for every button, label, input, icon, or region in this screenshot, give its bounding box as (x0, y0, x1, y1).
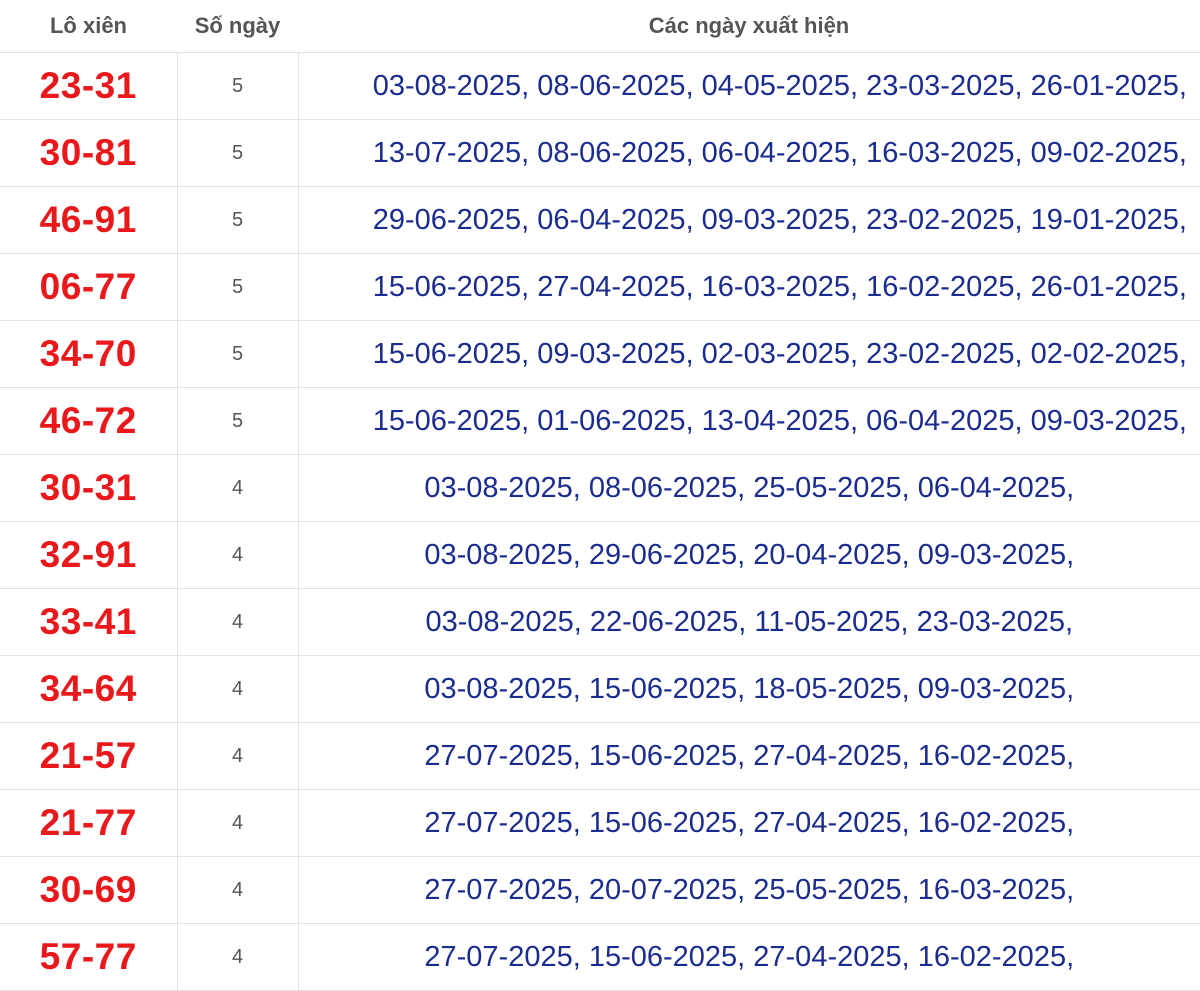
dates-cell: 13-07-2025, 08-06-2025, 06-04-2025, 16-0… (297, 119, 1200, 187)
pair-cell: 46-72 (0, 387, 177, 455)
count-cell: 4 (176, 521, 298, 589)
pair-cell: 23-31 (0, 52, 177, 120)
table-header: Lô xiên Số ngày Các ngày xuất hiện (0, 0, 1200, 53)
pair-cell: 34-64 (0, 655, 177, 723)
table-body: 23-31 5 03-08-2025, 08-06-2025, 04-05-20… (0, 52, 1200, 991)
table-row: 33-41 4 03-08-2025, 22-06-2025, 11-05-20… (0, 588, 1200, 656)
table-row: 34-70 5 15-06-2025, 09-03-2025, 02-03-20… (0, 320, 1200, 388)
table-row: 46-91 5 29-06-2025, 06-04-2025, 09-03-20… (0, 186, 1200, 254)
count-cell: 4 (176, 923, 298, 991)
count-cell: 5 (176, 387, 298, 455)
table-row: 30-81 5 13-07-2025, 08-06-2025, 06-04-20… (0, 119, 1200, 187)
dates-cell: 29-06-2025, 06-04-2025, 09-03-2025, 23-0… (297, 186, 1200, 254)
pair-cell: 30-81 (0, 119, 177, 187)
pair-cell: 30-31 (0, 454, 177, 522)
count-cell: 4 (176, 789, 298, 857)
header-pair: Lô xiên (0, 0, 177, 53)
dates-cell: 27-07-2025, 15-06-2025, 27-04-2025, 16-0… (297, 722, 1200, 790)
count-cell: 4 (176, 722, 298, 790)
dates-cell: 03-08-2025, 15-06-2025, 18-05-2025, 09-0… (297, 655, 1200, 723)
dates-cell: 03-08-2025, 08-06-2025, 25-05-2025, 06-0… (297, 454, 1200, 522)
table-row: 30-69 4 27-07-2025, 20-07-2025, 25-05-20… (0, 856, 1200, 924)
count-cell: 4 (176, 655, 298, 723)
dates-cell: 15-06-2025, 01-06-2025, 13-04-2025, 06-0… (297, 387, 1200, 455)
pair-cell: 21-57 (0, 722, 177, 790)
pair-cell: 46-91 (0, 186, 177, 254)
count-cell: 5 (176, 186, 298, 254)
count-cell: 4 (176, 588, 298, 656)
dates-cell: 27-07-2025, 20-07-2025, 25-05-2025, 16-0… (297, 856, 1200, 924)
pair-cell: 57-77 (0, 923, 177, 991)
count-cell: 5 (176, 320, 298, 388)
table-row: 06-77 5 15-06-2025, 27-04-2025, 16-03-20… (0, 253, 1200, 321)
dates-cell: 27-07-2025, 15-06-2025, 27-04-2025, 16-0… (297, 789, 1200, 857)
table-row: 30-31 4 03-08-2025, 08-06-2025, 25-05-20… (0, 454, 1200, 522)
pair-cell: 33-41 (0, 588, 177, 656)
dates-cell: 03-08-2025, 08-06-2025, 04-05-2025, 23-0… (297, 52, 1200, 120)
dates-cell: 03-08-2025, 22-06-2025, 11-05-2025, 23-0… (297, 588, 1200, 656)
dates-cell: 15-06-2025, 09-03-2025, 02-03-2025, 23-0… (297, 320, 1200, 388)
dates-cell: 03-08-2025, 29-06-2025, 20-04-2025, 09-0… (297, 521, 1200, 589)
table-row: 21-57 4 27-07-2025, 15-06-2025, 27-04-20… (0, 722, 1200, 790)
dates-cell: 15-06-2025, 27-04-2025, 16-03-2025, 16-0… (297, 253, 1200, 321)
pair-cell: 21-77 (0, 789, 177, 857)
pair-cell: 32-91 (0, 521, 177, 589)
table-row: 46-72 5 15-06-2025, 01-06-2025, 13-04-20… (0, 387, 1200, 455)
count-cell: 4 (176, 454, 298, 522)
pair-cell: 34-70 (0, 320, 177, 388)
dates-cell: 27-07-2025, 15-06-2025, 27-04-2025, 16-0… (297, 923, 1200, 991)
count-cell: 5 (176, 52, 298, 120)
table-row: 34-64 4 03-08-2025, 15-06-2025, 18-05-20… (0, 655, 1200, 723)
pair-cell: 06-77 (0, 253, 177, 321)
pair-cell: 30-69 (0, 856, 177, 924)
count-cell: 5 (176, 253, 298, 321)
table-row: 21-77 4 27-07-2025, 15-06-2025, 27-04-20… (0, 789, 1200, 857)
count-cell: 4 (176, 856, 298, 924)
count-cell: 5 (176, 119, 298, 187)
table-row: 32-91 4 03-08-2025, 29-06-2025, 20-04-20… (0, 521, 1200, 589)
header-row: Lô xiên Số ngày Các ngày xuất hiện (0, 0, 1200, 53)
lo-xien-table: Lô xiên Số ngày Các ngày xuất hiện 23-31… (0, 0, 1200, 991)
header-count: Số ngày (177, 0, 298, 53)
table-row: 23-31 5 03-08-2025, 08-06-2025, 04-05-20… (0, 52, 1200, 120)
header-dates: Các ngày xuất hiện (298, 0, 1200, 53)
table-row: 57-77 4 27-07-2025, 15-06-2025, 27-04-20… (0, 923, 1200, 991)
